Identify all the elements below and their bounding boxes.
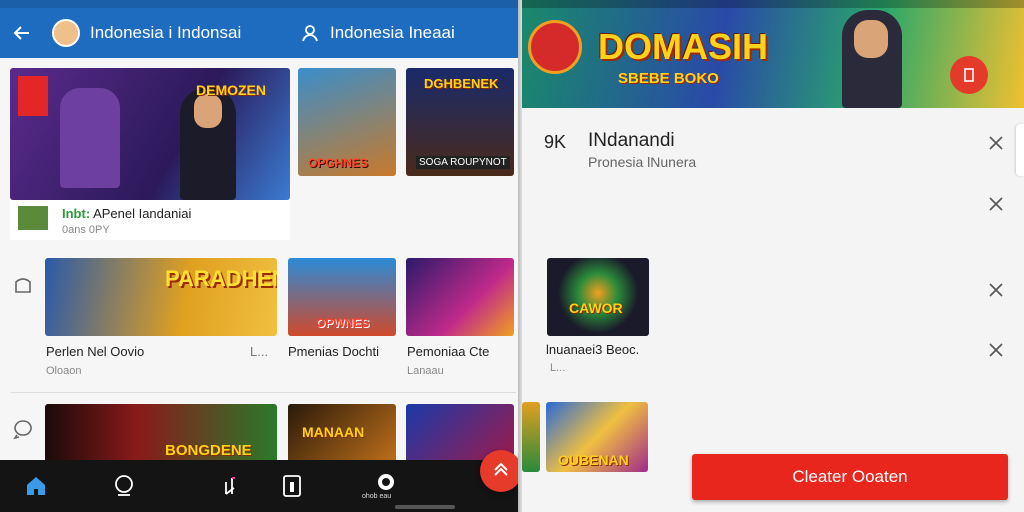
featured-thumbnail[interactable]: DEMOZEN: [10, 68, 290, 200]
featured-sub: 0ans 0PY: [62, 224, 110, 236]
brand-badge-icon: [18, 76, 48, 116]
game-thumbnail[interactable]: PARADHEN!: [45, 258, 277, 336]
app-bar: Indonesia i Indonsai Indonesia Ineaai: [0, 8, 520, 58]
camera-label: ohob eau: [362, 493, 392, 500]
right-panel: DOMASIH SBEBE BOKO 9K INdanandi Pronesia…: [522, 0, 1024, 512]
character-face: [194, 94, 222, 128]
left-panel: Indonesia i Indonsai Indonesia Ineaai DE…: [0, 0, 520, 512]
game-thumbnail[interactable]: OPGHNES: [298, 68, 396, 176]
edge-tab[interactable]: [1016, 124, 1024, 176]
thumbnail-caption: SOGA ROUPYNOT: [416, 156, 510, 169]
document-icon[interactable]: [278, 472, 306, 500]
thumbnail-banner-text: BONGDENE: [165, 442, 252, 459]
hero-action-button[interactable]: [950, 56, 988, 94]
back-arrow-icon[interactable]: [0, 8, 44, 58]
sheet-header: 9K INdanandi Pronesia lNunera: [522, 108, 1024, 188]
featured-name-prefix: Inbt:: [62, 206, 91, 221]
character-face: [854, 20, 888, 58]
thumbnail-banner-text: MANAAN: [302, 424, 365, 440]
featured-meta[interactable]: Inbt: APenel Iandaniai 0ans 0PY: [10, 200, 290, 240]
game-thumbnail[interactable]: MANAAN: [288, 404, 396, 464]
thumbnail-banner-text: CAWOR: [569, 300, 623, 316]
card-title[interactable]: Pemoniaa Cte: [407, 344, 489, 359]
card-title[interactable]: lnuanaei3 Beoc.: [546, 342, 639, 357]
thumbnail-banner-text: PARADHEN!: [165, 266, 277, 291]
home-icon[interactable]: [22, 472, 50, 500]
card-sub: Oloaon: [46, 365, 82, 377]
coin-icon: [528, 20, 582, 74]
thumbnail-banner-text: OPWNES: [316, 316, 370, 330]
hero-subtitle: SBEBE BOKO: [618, 70, 719, 87]
card-sub: L...: [550, 362, 566, 374]
user-icon[interactable]: [298, 21, 322, 45]
thumbnail-banner-text: OUBENAN: [558, 452, 629, 468]
game-thumbnail[interactable]: [406, 258, 514, 336]
status-bar: [0, 0, 520, 8]
hero-banner[interactable]: DOMASIH SBEBE BOKO: [522, 0, 1024, 108]
hero-title: DOMASIH: [598, 26, 768, 67]
chat-bubble-icon[interactable]: [110, 472, 138, 500]
camera-icon[interactable]: [372, 468, 400, 496]
chat-icon[interactable]: [12, 418, 34, 440]
thumbnail-banner-text: DGHBENEK: [424, 76, 499, 91]
close-icon[interactable]: [986, 194, 1006, 214]
featured-name: Inbt: APenel Iandaniai: [62, 206, 191, 221]
tag-icon[interactable]: [12, 274, 34, 296]
game-thumbnail[interactable]: CAWOR: [547, 258, 649, 336]
bookmark-icon: [964, 68, 974, 82]
thumbnail-banner-text: OPGHNES: [308, 156, 369, 170]
clear-button[interactable]: Cleater Ooaten: [692, 454, 1008, 500]
card-title[interactable]: Pmenias Dochti: [288, 344, 379, 359]
app-bar-title: Indonesia i Indonsai: [90, 23, 242, 42]
arrow-icon: [494, 462, 508, 476]
game-thumbnail[interactable]: DGHBENEK SOGA ROUPYNOT: [406, 68, 514, 176]
sheet-subtitle: Pronesia lNunera: [588, 154, 697, 170]
game-thumbnail[interactable]: OPWNES: [288, 258, 396, 336]
hero-figure: [60, 88, 120, 188]
sheet-title: INdanandi: [588, 130, 675, 151]
card-more[interactable]: L...: [250, 344, 268, 359]
card-sub: Lanaau: [407, 365, 444, 377]
game-thumbnail[interactable]: BONGDENE: [45, 404, 277, 464]
app-bar-subtitle: Indonesia Ineaai: [330, 23, 455, 42]
featured-banner-text: DEMOZEN: [196, 82, 266, 98]
featured-name-text: APenel Iandaniai: [93, 206, 192, 221]
gesture-bar: [395, 505, 455, 509]
screen: Indonesia i Indonsai Indonesia Ineaai DE…: [0, 0, 1024, 512]
close-icon[interactable]: [986, 340, 1006, 360]
avatar[interactable]: [52, 19, 80, 47]
close-icon[interactable]: [986, 280, 1006, 300]
game-thumbnail[interactable]: OUBENAN: [546, 402, 648, 472]
edit-tool-icon[interactable]: [218, 472, 246, 500]
game-thumbnail-partial[interactable]: [522, 402, 540, 472]
app-icon: [18, 206, 48, 230]
sheet-shortcut-label: 9K: [544, 132, 567, 152]
status-bar: [522, 0, 1024, 8]
close-icon[interactable]: [986, 133, 1006, 153]
card-title[interactable]: Perlen Nel Oovio: [46, 344, 144, 359]
divider: [10, 392, 516, 393]
share-fab[interactable]: [480, 450, 520, 492]
